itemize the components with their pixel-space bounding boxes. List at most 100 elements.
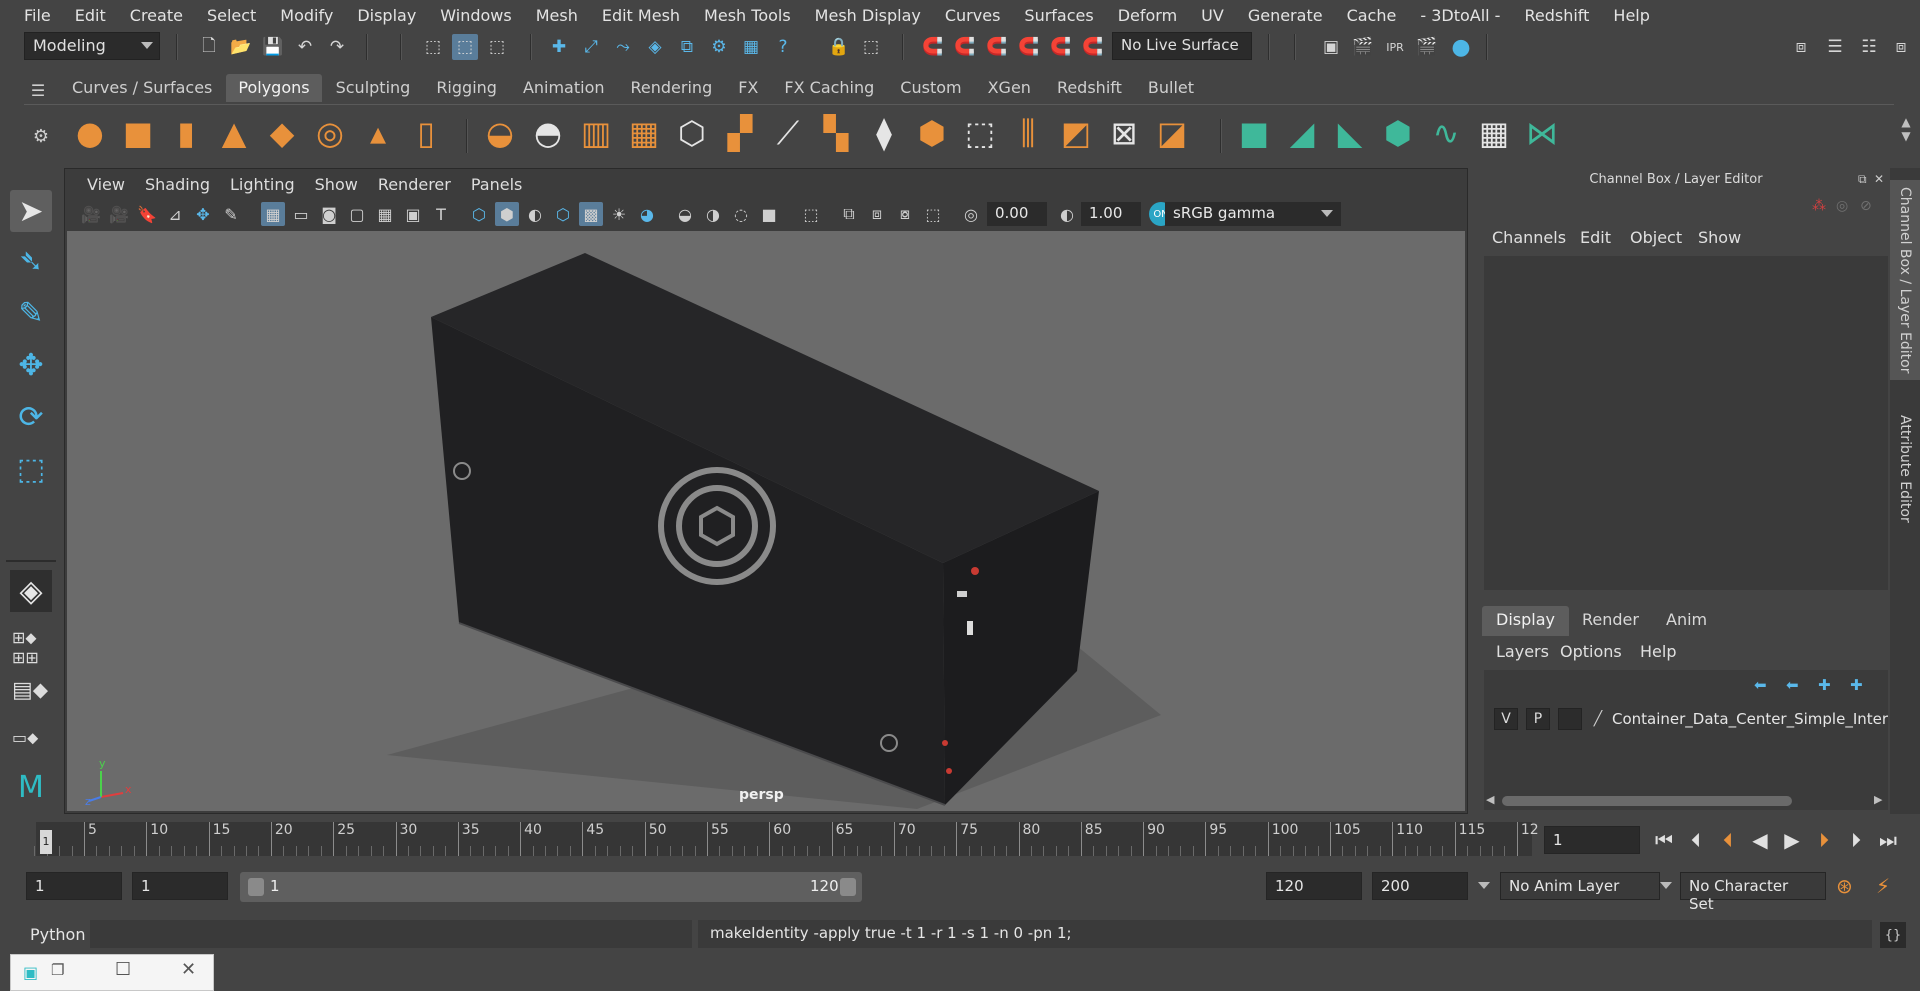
menu-uv[interactable]: UV [1189,6,1236,25]
cb-menu-object[interactable]: Object [1630,228,1682,247]
uv-unfold-icon[interactable]: ∿ [1426,113,1466,153]
menu-file[interactable]: File [12,6,63,25]
save-scene-icon[interactable]: 💾 [260,34,286,60]
layout-outliner-icon[interactable]: ▭⬥ [12,728,52,748]
textured-icon[interactable]: ▩ [579,202,603,226]
safe-action-icon[interactable]: ▣ [401,202,425,226]
wireframe-on-shaded-icon[interactable]: ⬡ [551,202,575,226]
render-region-icon[interactable]: ⚙ [706,34,732,60]
step-forward-icon[interactable]: ⏵ [1842,826,1870,854]
menu-edit[interactable]: Edit [63,6,118,25]
image-plane-icon[interactable]: ⊿ [163,202,187,226]
range-slider[interactable]: 1 120 [240,872,862,902]
snap-view-magnet-icon[interactable]: 🧲 [1016,34,1042,60]
cb-menu-channels[interactable]: Channels [1492,228,1566,247]
layout-side-icon[interactable]: ▤⬥ [12,678,52,718]
layout-four-icon[interactable]: ⊞⬥ ⊞⊞ [12,628,52,668]
bookmark-icon[interactable]: 🔖 [135,202,159,226]
use-all-lights-icon[interactable]: ☀ [607,202,631,226]
menu-cache[interactable]: Cache [1335,6,1409,25]
grid-icon[interactable]: ▦ [261,202,285,226]
viewport-menu-panels[interactable]: Panels [461,175,533,194]
anim-layer-field[interactable]: No Anim Layer [1500,872,1660,900]
render-view-icon[interactable]: ▣ [1318,34,1344,60]
menu-3dtoall[interactable]: - 3DtoAll - [1408,6,1512,25]
layer-name[interactable]: Container_Data_Center_Simple_Interi [1612,710,1888,728]
select-hierarchy-icon[interactable]: ⬚ [420,34,446,60]
poly-cone-icon[interactable]: ▲ [214,113,254,153]
menu-generate[interactable]: Generate [1236,6,1335,25]
range-start-handle[interactable] [248,878,264,896]
modeling-toolkit-icon[interactable]: ⧈ [1788,34,1814,60]
append-icon[interactable]: ⧫ [864,113,904,153]
character-set-field[interactable]: No Character Set [1680,872,1826,913]
restore-window-icon[interactable]: ❐ [51,961,75,985]
maximize-window-icon[interactable]: ☐ [115,959,139,983]
step-back-icon[interactable]: ⏴ [1682,826,1710,854]
default-material-icon[interactable]: ◐ [523,202,547,226]
shelf-tab-polygons[interactable]: Polygons [226,74,322,102]
scale-tool-icon[interactable]: ⬚ [10,448,52,490]
snap-surface-magnet-icon[interactable]: 🧲 [1048,34,1074,60]
viewport-menu-view[interactable]: View [77,175,135,194]
exposure-field[interactable]: 0.00 [987,202,1047,226]
automatic-map-icon[interactable]: ⬢ [1378,113,1418,153]
separate-icon[interactable]: ◓ [528,113,568,153]
shelf-tab-xgen[interactable]: XGen [976,74,1043,102]
chevron-down-icon[interactable] [1660,882,1672,889]
edge-loop-icon[interactable]: ◪ [1152,113,1192,153]
redo-icon[interactable]: ↷ [324,34,350,60]
shelf-menu-icon[interactable]: ☰ [24,76,52,104]
menu-mesh-tools[interactable]: Mesh Tools [692,6,803,25]
boolean-icon[interactable]: ⬡ [672,113,712,153]
snap-surface-icon[interactable]: ⧉ [674,34,700,60]
gate-mask-icon[interactable]: ▢ [345,202,369,226]
time-slider[interactable]: 5 10 15 20 25 30 35 40 45 50 55 60 65 70 75 80 85 90 95 100… [24,818,1539,860]
shelf-tab-animation[interactable]: Animation [511,74,617,102]
uv-layout-icon[interactable]: ⋈ [1522,113,1562,153]
command-language-label[interactable]: Python [30,925,85,944]
new-scene-icon[interactable]: 🗋 [196,34,222,60]
motion-blur-icon[interactable]: ◑ [701,202,725,226]
cb-menu-show[interactable]: Show [1698,228,1741,247]
poly-pipe-icon[interactable]: ▯ [406,113,446,153]
planar-map-icon[interactable]: ■ [1234,113,1274,153]
poly-pyramid-icon[interactable]: ▴ [358,113,398,153]
layer-tab-anim[interactable]: Anim [1652,606,1721,636]
scale-axis-icon[interactable]: ⊘ [1860,198,1872,214]
menu-display[interactable]: Display [345,6,428,25]
combine-icon[interactable]: ◒ [480,113,520,153]
current-time-marker[interactable]: 1 [40,830,52,854]
play-forwards-icon[interactable]: ▶ [1778,826,1806,854]
target-weld-icon[interactable]: ⫼ [1008,113,1048,153]
shadows-icon[interactable]: ◕ [635,202,659,226]
quad-draw-icon[interactable]: ⊠ [1104,113,1144,153]
snap-grid-icon[interactable]: ✚ [546,34,572,60]
anim-prefs-icon[interactable]: ⚡ [1876,874,1902,900]
close-icon[interactable]: ✕ [1874,172,1888,186]
screen-space-ao-icon[interactable]: ◒ [673,202,697,226]
rotate-tool-icon[interactable]: ⟳ [10,396,52,438]
wireframe-icon[interactable]: ⬡ [467,202,491,226]
depth-of-field-icon[interactable]: ■ [757,202,781,226]
tool-settings-icon[interactable]: ☷ [1856,34,1882,60]
snap-together-icon[interactable]: 🧲 [920,34,946,60]
poly-torus-icon[interactable]: ◎ [310,113,350,153]
cb-menu-edit[interactable]: Edit [1580,228,1611,247]
move-layer-down-icon[interactable]: ⬅ [1786,676,1799,694]
shelf-tab-fx[interactable]: FX [726,74,770,102]
snap-view-icon[interactable]: ◈ [642,34,668,60]
shelf-tab-bullet[interactable]: Bullet [1136,74,1206,102]
menu-mesh-display[interactable]: Mesh Display [803,6,933,25]
snap-curve-magnet-icon[interactable]: 🧲 [952,34,978,60]
close-window-icon[interactable]: ✕ [181,959,205,983]
menu-surfaces[interactable]: Surfaces [1012,6,1105,25]
viewport-menu-shading[interactable]: Shading [135,175,220,194]
menu-mesh[interactable]: Mesh [524,6,590,25]
layer-playback-toggle[interactable]: P [1526,708,1550,730]
spherical-map-icon[interactable]: ◣ [1330,113,1370,153]
shelf-tab-redshift[interactable]: Redshift [1045,74,1134,102]
connect-icon[interactable]: ◩ [1056,113,1096,153]
end-time-field[interactable]: 200 [1372,872,1468,900]
camera-attr-icon[interactable]: 🎥 [107,202,131,226]
